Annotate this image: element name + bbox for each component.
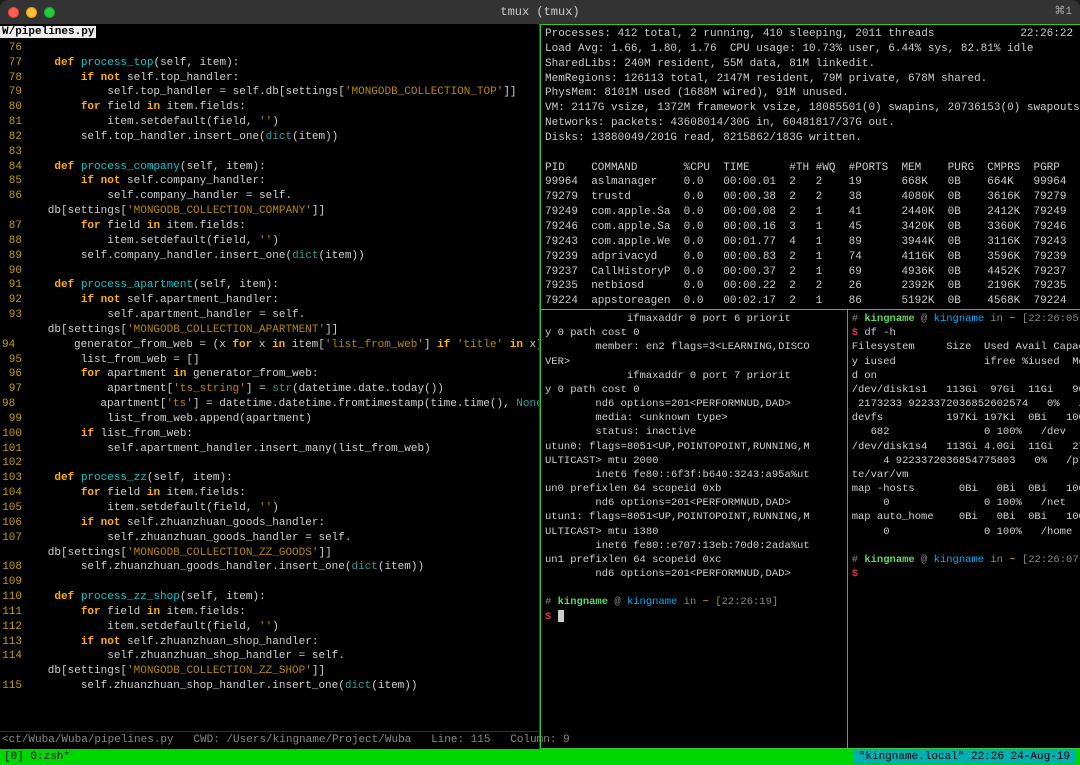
code-line: 86 self.company_handler = self. — [2, 189, 539, 204]
code-line: 108 self.zhuanzhuan_goods_handler.insert… — [2, 560, 539, 575]
code-line: db[settings['MONGODB_COLLECTION_APARTMEN… — [2, 323, 539, 338]
vim-pane[interactable]: W/pipelines.py 7677 def process_top(self… — [0, 24, 540, 749]
code-line: 109 — [2, 575, 539, 590]
macos-titlebar: tmux (tmux) ⌘1 — [0, 0, 1080, 24]
ifconfig-pane[interactable]: ifmaxaddr 0 port 6 priorit y 0 path cost… — [540, 310, 847, 749]
vim-code-area[interactable]: 7677 def process_top(self, item):78 if n… — [0, 41, 539, 731]
code-line: db[settings['MONGODB_COLLECTION_COMPANY'… — [2, 204, 539, 219]
code-line: 96 for apartment in generator_from_web: — [2, 367, 539, 382]
code-line: 104 for field in item.fields: — [2, 486, 539, 501]
code-line: 88 item.setdefault(field, '') — [2, 234, 539, 249]
code-line: 107 self.zhuanzhuan_goods_handler = self… — [2, 531, 539, 546]
code-line: 99 list_from_web.append(apartment) — [2, 412, 539, 427]
code-line: 78 if not self.top_handler: — [2, 71, 539, 86]
right-column: Processes: 412 total, 2 running, 410 sle… — [540, 24, 1080, 749]
tmux-status-left: [0] 0:zsh* — [4, 750, 70, 765]
code-line: 110 def process_zz_shop(self, item): — [2, 590, 539, 605]
df-pane[interactable]: # kingname @ kingname in ~ [22:26:05]$ d… — [847, 310, 1080, 749]
code-line: 82 self.top_handler.insert_one(dict(item… — [2, 130, 539, 145]
code-line: 79 self.top_handler = self.db[settings['… — [2, 85, 539, 100]
code-line: 89 self.company_handler.insert_one(dict(… — [2, 249, 539, 264]
code-line: 114 self.zhuanzhuan_shop_handler = self. — [2, 649, 539, 664]
code-line: 80 for field in item.fields: — [2, 100, 539, 115]
code-line: 77 def process_top(self, item): — [2, 56, 539, 71]
code-line: 115 self.zhuanzhuan_shop_handler.insert_… — [2, 679, 539, 694]
code-line: db[settings['MONGODB_COLLECTION_ZZ_GOODS… — [2, 546, 539, 561]
code-line: 106 if not self.zhuanzhuan_goods_handler… — [2, 516, 539, 531]
code-line: 91 def process_apartment(self, item): — [2, 278, 539, 293]
code-line: 111 for field in item.fields: — [2, 605, 539, 620]
tmux-statusbar: [0] 0:zsh* "kingname.local" 22:26 24-Aug… — [0, 749, 1080, 765]
code-line: 105 item.setdefault(field, '') — [2, 501, 539, 516]
code-line: 81 item.setdefault(field, '') — [2, 115, 539, 130]
tmux-workspace: W/pipelines.py 7677 def process_top(self… — [0, 24, 1080, 749]
code-line: 92 if not self.apartment_handler: — [2, 293, 539, 308]
code-line: 83 — [2, 145, 539, 160]
vim-tabline: W/pipelines.py — [0, 24, 539, 41]
code-line: 93 self.apartment_handler = self. — [2, 308, 539, 323]
code-line: 76 — [2, 41, 539, 56]
code-line: 100 if list_from_web: — [2, 427, 539, 442]
vim-statusbar: <ct/Wuba/Wuba/pipelines.py CWD: /Users/k… — [0, 731, 539, 749]
code-line: 90 — [2, 264, 539, 279]
code-line: 87 for field in item.fields: — [2, 219, 539, 234]
code-line: 98 apartment['ts'] = datetime.datetime.f… — [2, 397, 539, 412]
code-line: 103 def process_zz(self, item): — [2, 471, 539, 486]
top-pane[interactable]: Processes: 412 total, 2 running, 410 sle… — [540, 24, 1080, 310]
code-line: 97 apartment['ts_string'] = str(datetime… — [2, 382, 539, 397]
code-line: 113 if not self.zhuanzhuan_shop_handler: — [2, 635, 539, 650]
code-line: 95 list_from_web = [] — [2, 353, 539, 368]
code-line: 85 if not self.company_handler: — [2, 174, 539, 189]
vim-tab-active[interactable]: W/pipelines.py — [0, 26, 96, 38]
code-line: db[settings['MONGODB_COLLECTION_ZZ_SHOP'… — [2, 664, 539, 679]
code-line: 102 — [2, 456, 539, 471]
code-line: 112 item.setdefault(field, '') — [2, 620, 539, 635]
code-line: 101 self.apartment_handler.insert_many(l… — [2, 442, 539, 457]
code-line: 84 def process_company(self, item): — [2, 160, 539, 175]
code-line: 94 generator_from_web = (x for x in item… — [2, 338, 539, 353]
window-title: tmux (tmux) — [0, 4, 1080, 20]
tmux-status-right: "kingname.local" 22:26 24-Aug-19 — [853, 750, 1076, 765]
